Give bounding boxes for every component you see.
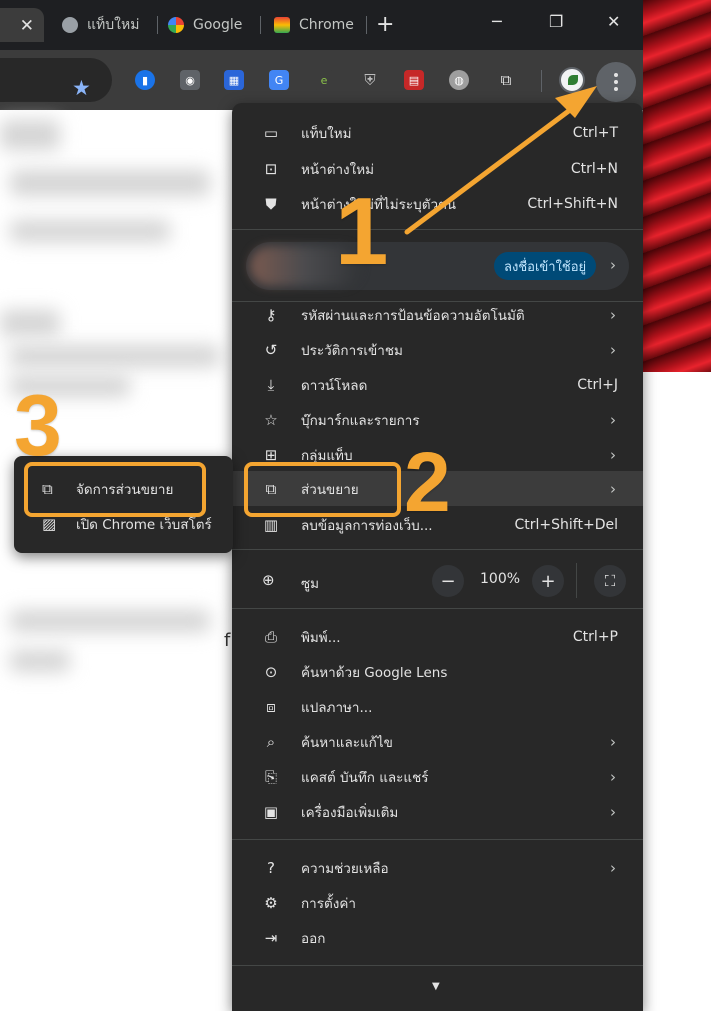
arrow-head — [555, 86, 597, 118]
annotation-arrow — [404, 86, 597, 235]
arrow-shaft — [404, 101, 581, 235]
